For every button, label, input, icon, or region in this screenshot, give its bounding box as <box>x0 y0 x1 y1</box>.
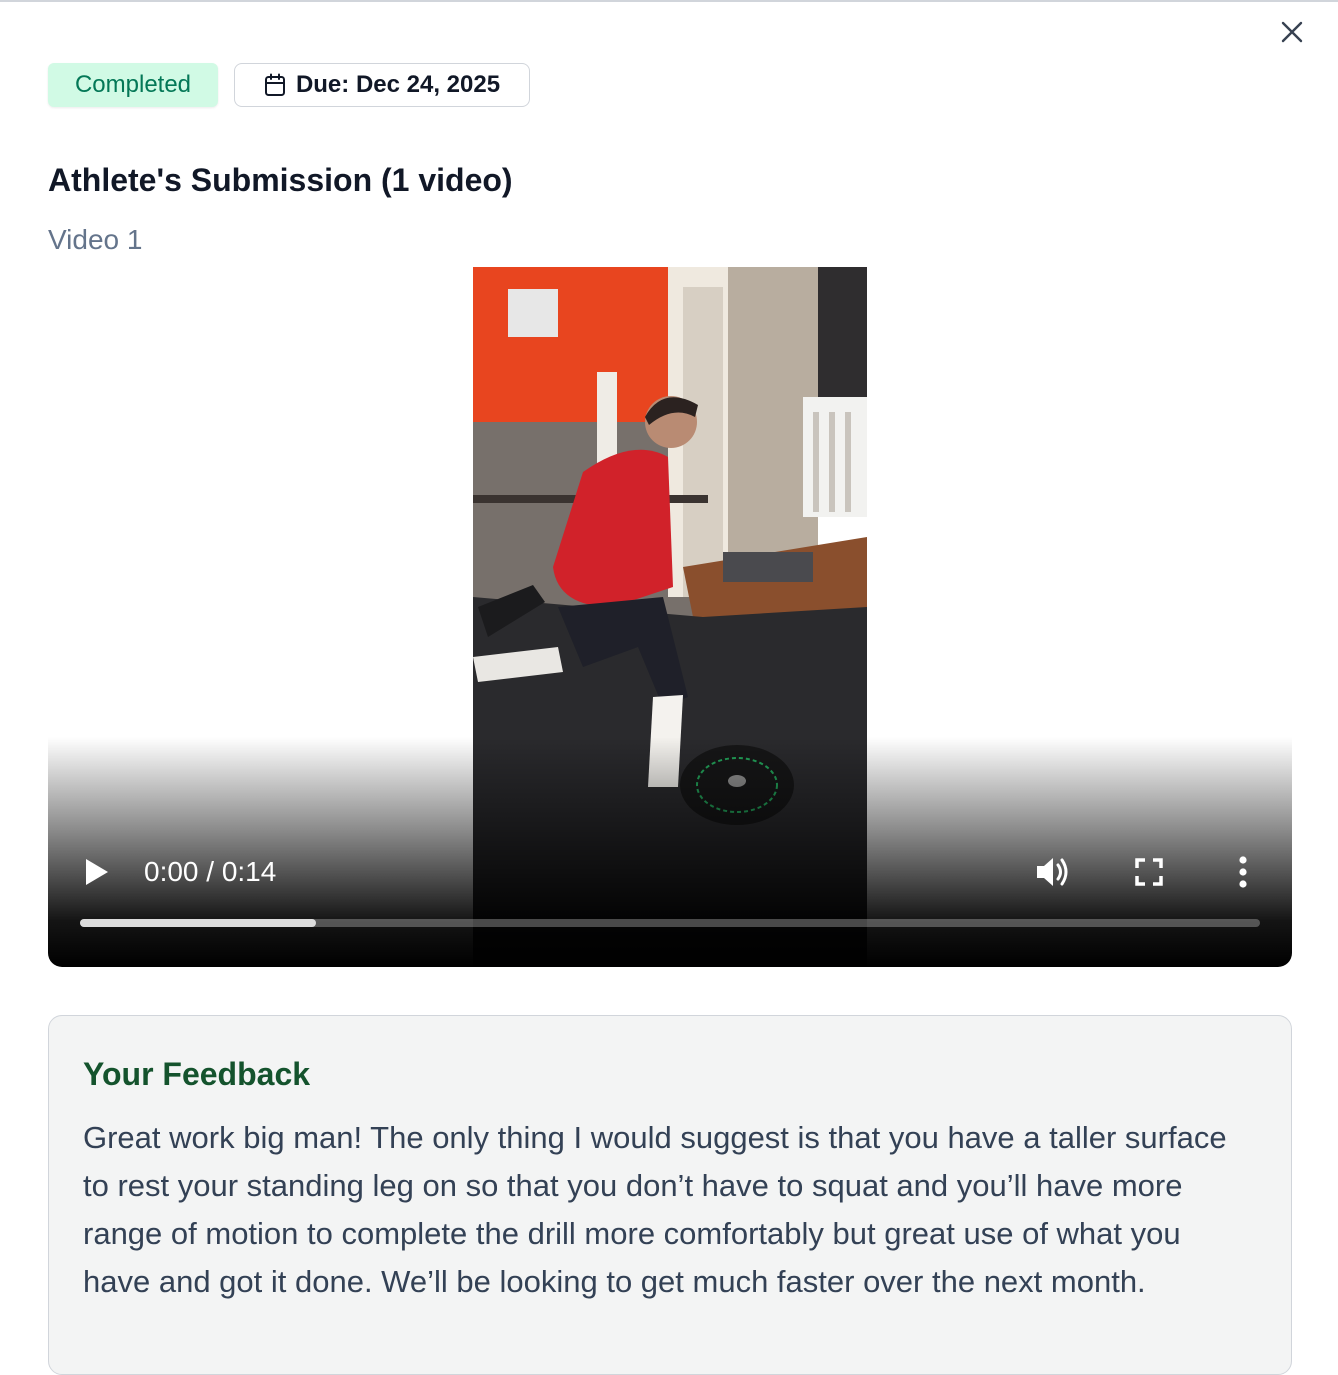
more-options-button[interactable] <box>1228 853 1258 891</box>
play-button[interactable] <box>82 855 112 889</box>
submission-heading: Athlete's Submission (1 video) <box>48 162 513 198</box>
progress-bar-fill <box>80 919 316 927</box>
status-badge: Completed <box>48 63 218 107</box>
video-controls-overlay <box>48 737 1292 967</box>
play-icon <box>86 859 108 885</box>
close-icon <box>1281 21 1303 43</box>
video-label: Video 1 <box>48 224 143 255</box>
modal-top-border <box>0 0 1338 2</box>
close-button[interactable] <box>1274 14 1310 50</box>
due-date-label: Due: Dec 24, 2025 <box>295 71 501 98</box>
fullscreen-icon <box>1135 858 1163 886</box>
due-date-badge: Due: Dec 24, 2025 <box>234 63 530 107</box>
more-vert-icon <box>1239 856 1247 888</box>
volume-button[interactable] <box>1033 852 1073 892</box>
progress-bar[interactable] <box>80 919 1260 927</box>
feedback-panel: Your Feedback Great work big man! The on… <box>48 1015 1292 1375</box>
feedback-title: Your Feedback <box>83 1056 311 1092</box>
fullscreen-button[interactable] <box>1132 855 1166 889</box>
feedback-text: Great work big man! The only thing I wou… <box>83 1120 1227 1299</box>
video-player[interactable]: 0:00 / 0:14 <box>48 267 1292 967</box>
playback-time: 0:00 / 0:14 <box>144 856 277 887</box>
calendar-icon <box>264 73 285 96</box>
status-badge-label: Completed <box>74 71 192 98</box>
volume-icon <box>1037 858 1068 886</box>
